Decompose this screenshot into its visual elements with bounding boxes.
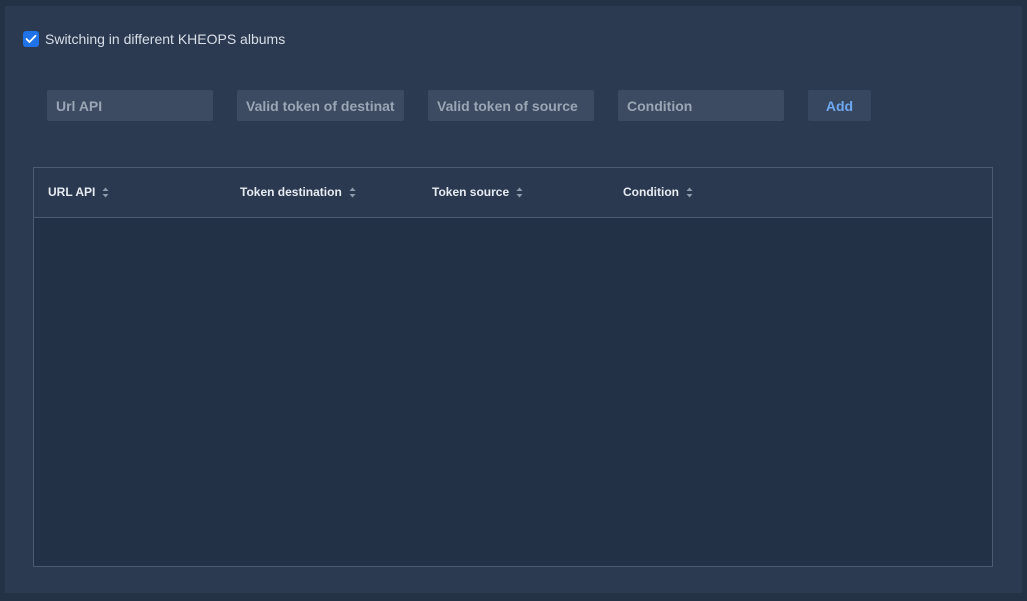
switching-albums-label: Switching in different KHEOPS albums (45, 31, 286, 47)
column-header-token-destination[interactable]: Token destination (240, 168, 356, 216)
token-source-field[interactable] (428, 90, 594, 121)
condition-field[interactable] (618, 90, 784, 121)
column-header-token-source[interactable]: Token source (432, 168, 523, 216)
table-header: URL API Token destination Token source C… (34, 168, 992, 218)
url-api-field[interactable] (47, 90, 213, 121)
kheops-settings-panel: Switching in different KHEOPS albums Add… (5, 6, 1022, 593)
column-header-url-api[interactable]: URL API (48, 168, 109, 216)
token-source-input[interactable] (437, 97, 585, 114)
switching-rules-table: URL API Token destination Token source C… (33, 167, 993, 567)
column-header-condition[interactable]: Condition (623, 168, 693, 216)
sort-icon[interactable] (349, 187, 356, 198)
switching-albums-checkbox[interactable] (23, 31, 39, 47)
token-destination-field[interactable] (237, 90, 404, 121)
sort-icon[interactable] (102, 187, 109, 198)
url-api-input[interactable] (56, 97, 204, 114)
sort-icon[interactable] (516, 187, 523, 198)
checkmark-icon (25, 34, 37, 43)
token-destination-input[interactable] (246, 97, 395, 114)
column-header-label: Token source (432, 185, 510, 199)
column-header-label: Token destination (240, 185, 342, 199)
column-header-label: Condition (623, 185, 679, 199)
condition-input[interactable] (627, 97, 775, 114)
switching-albums-option[interactable]: Switching in different KHEOPS albums (23, 31, 285, 47)
column-header-label: URL API (48, 185, 96, 199)
sort-icon[interactable] (686, 187, 693, 198)
add-button[interactable]: Add (808, 90, 871, 121)
